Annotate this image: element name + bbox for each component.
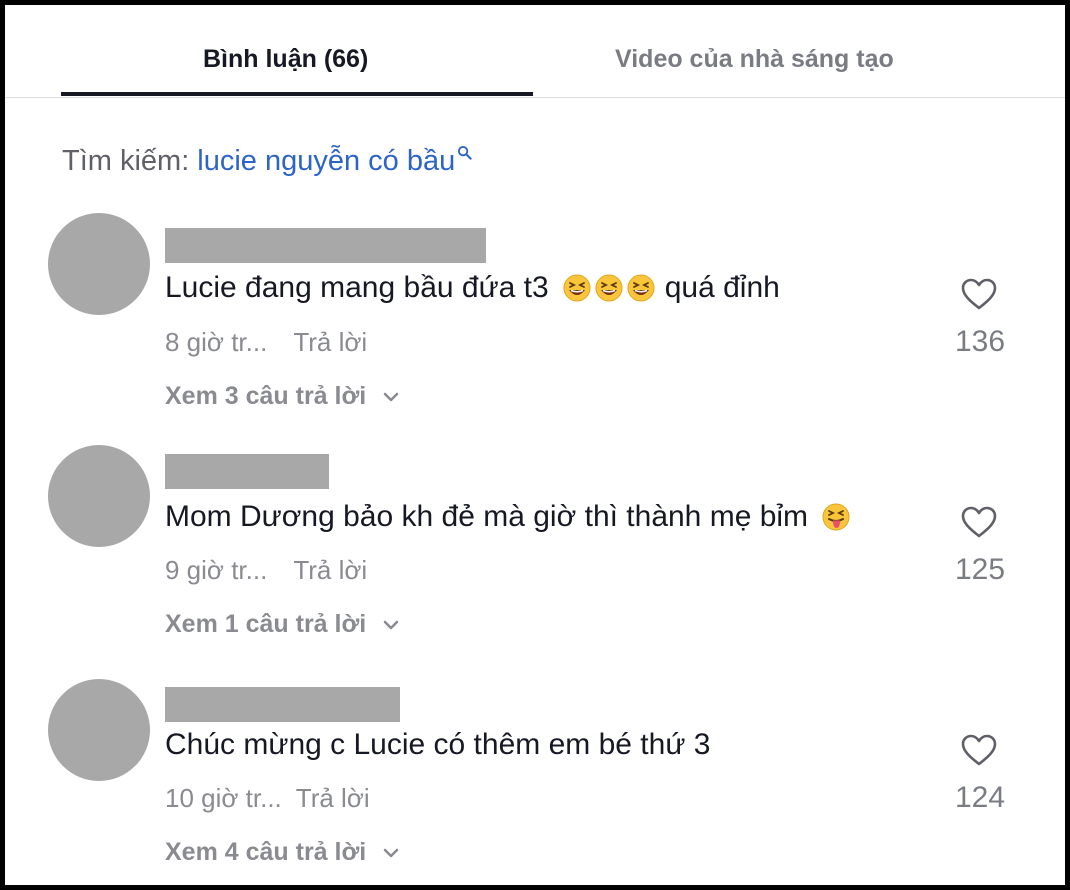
like-count: 124	[954, 781, 1006, 814]
comment-text: Mom Dương bảo kh đẻ mà giờ thì thành mẹ …	[165, 500, 850, 534]
squinting-face-with-tongue-icon	[822, 503, 850, 531]
view-replies-button[interactable]: Xem 4 câu trả lời	[165, 838, 400, 867]
comment-body-after: quá đỉnh	[664, 271, 780, 304]
avatar[interactable]	[48, 679, 150, 781]
comment-body: Lucie đang mang bầu đứa t3	[165, 271, 549, 304]
chevron-down-icon	[383, 848, 399, 857]
heart-icon[interactable]	[960, 505, 998, 539]
view-replies-label: Xem 3 câu trả lời	[165, 382, 367, 410]
comment-meta: 9 giờ tr... Trả lời	[165, 555, 367, 586]
grinning-squinting-face-icon	[563, 274, 591, 302]
view-replies-label: Xem 4 câu trả lời	[165, 838, 367, 866]
comment-body: Chúc mừng c Lucie có thêm em bé thứ 3	[165, 728, 711, 761]
comment-body: Mom Dương bảo kh đẻ mà giờ thì thành mẹ …	[165, 500, 809, 533]
comments-panel: Bình luận (66) Video của nhà sáng tạo Tì…	[0, 0, 1070, 890]
grinning-squinting-face-icon	[595, 274, 623, 302]
avatar[interactable]	[48, 213, 150, 315]
reply-button[interactable]: Trả lời	[293, 555, 367, 585]
view-replies-label: Xem 1 câu trả lời	[165, 610, 367, 638]
comment-meta: 8 giờ tr... Trả lời	[165, 327, 367, 358]
heart-icon[interactable]	[960, 277, 998, 311]
comment-meta: 10 giờ tr... Trả lời	[165, 783, 370, 814]
reply-button[interactable]: Trả lời	[296, 783, 370, 813]
redacted-username[interactable]	[165, 454, 329, 489]
reply-button[interactable]: Trả lời	[293, 327, 367, 357]
redacted-username[interactable]	[165, 687, 400, 722]
view-replies-button[interactable]: Xem 3 câu trả lời	[165, 382, 400, 411]
comment-time: 8 giờ tr...	[165, 327, 268, 357]
like-count: 125	[954, 553, 1006, 586]
view-replies-button[interactable]: Xem 1 câu trả lời	[165, 610, 400, 639]
grinning-squinting-face-icon	[627, 274, 655, 302]
chevron-down-icon	[383, 392, 399, 401]
comment-item: Chúc mừng c Lucie có thêm em bé thứ 3 10…	[5, 5, 1065, 866]
avatar[interactable]	[48, 445, 150, 547]
redacted-username[interactable]	[165, 228, 486, 263]
like-count: 136	[954, 325, 1006, 358]
heart-icon[interactable]	[960, 733, 998, 767]
comment-text: Chúc mừng c Lucie có thêm em bé thứ 3	[165, 728, 710, 762]
comment-time: 10 giờ tr...	[165, 783, 282, 813]
chevron-down-icon	[383, 620, 399, 629]
comment-text: Lucie đang mang bầu đứa t3 quá đỉnh	[165, 271, 780, 305]
comment-time: 9 giờ tr...	[165, 555, 268, 585]
